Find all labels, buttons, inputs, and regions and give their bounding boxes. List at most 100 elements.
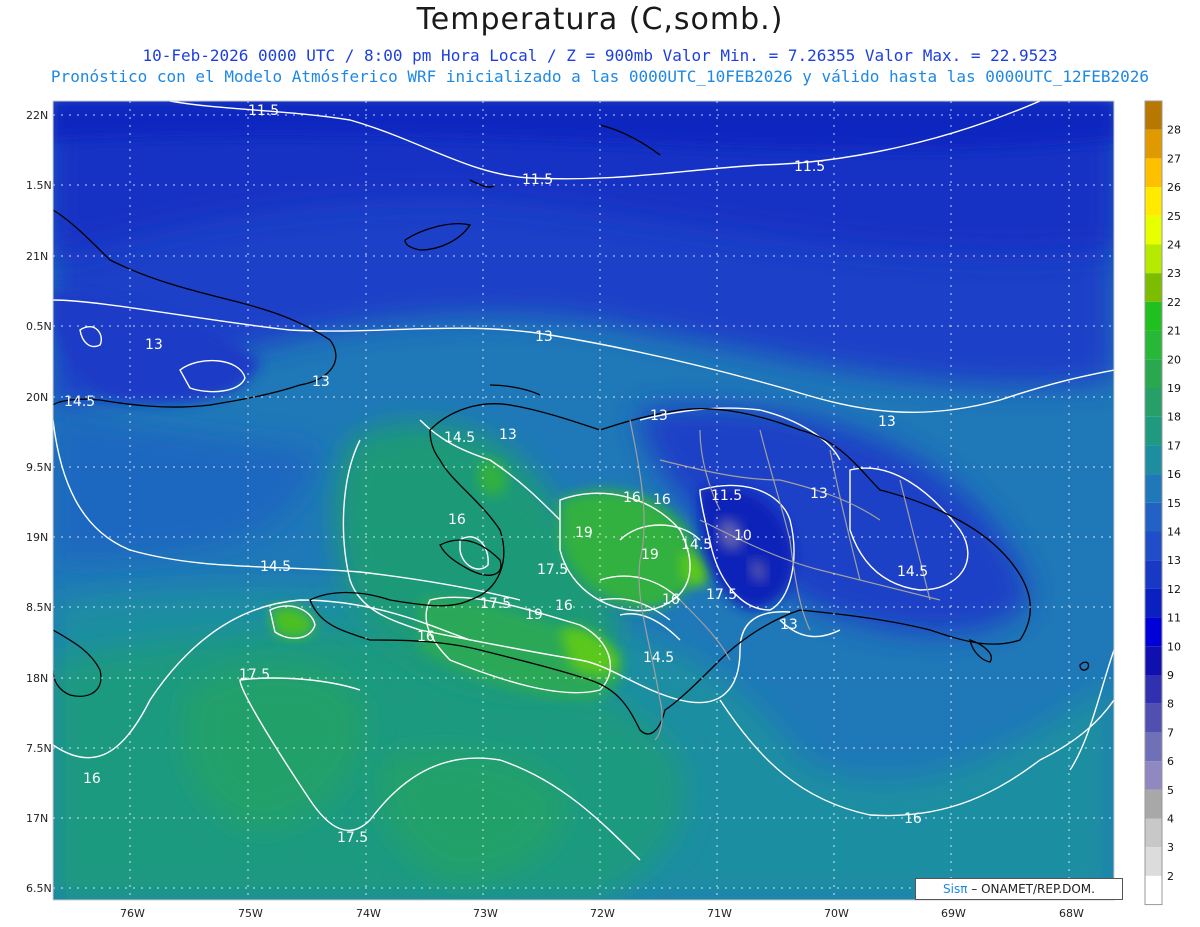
colorbar-label: 11 — [1167, 612, 1181, 625]
colorbar-swatch — [1145, 244, 1162, 274]
contour-label: 13 — [499, 427, 517, 443]
colorbar-label: 8 — [1167, 698, 1174, 711]
contour-label: 17.5 — [337, 830, 368, 846]
colorbar-label: 26 — [1167, 181, 1181, 194]
colorbar-swatch — [1145, 789, 1162, 819]
contour-label: 16 — [555, 598, 573, 614]
lon-label: 76W — [120, 907, 145, 920]
colorbar-label: 13 — [1167, 554, 1181, 567]
colorbar-label: 22 — [1167, 296, 1181, 309]
colorbar-label: 12 — [1167, 583, 1181, 596]
contour-label: 14.5 — [681, 537, 712, 553]
lat-label: 17N — [26, 812, 48, 825]
lon-label: 75W — [238, 907, 263, 920]
colorbar-swatch — [1145, 703, 1162, 733]
colorbar-label: 5 — [1167, 784, 1174, 797]
colorbar-swatch — [1145, 445, 1162, 475]
colorbar-swatch — [1145, 129, 1162, 159]
contour-label: 13 — [535, 329, 553, 345]
lat-label: 21N — [26, 250, 48, 263]
lat-label: 18N — [26, 672, 48, 685]
colorbar-label: 3 — [1167, 841, 1174, 854]
contour-label: 17.5 — [239, 667, 270, 683]
colorbar-swatch — [1145, 101, 1162, 130]
lat-label: 20N — [26, 391, 48, 404]
colorbar-swatch — [1145, 646, 1162, 675]
colorbar-label: 7 — [1167, 726, 1174, 739]
contour-label: 16 — [448, 512, 466, 528]
colorbar-swatch — [1145, 531, 1162, 561]
contour-label: 14.5 — [64, 394, 95, 410]
temperature-map: 22N 1.5N 21N 0.5N 20N 9.5N 19N 8.5N 18N … — [26, 100, 1181, 920]
colorbar-swatch — [1145, 818, 1162, 848]
colorbar-swatch — [1145, 158, 1162, 188]
colorbar-label: 6 — [1167, 755, 1174, 768]
colorbar-swatch — [1145, 215, 1162, 245]
colorbar-label: 18 — [1167, 411, 1181, 424]
lat-label: 1.5N — [26, 179, 52, 192]
lon-label: 71W — [707, 907, 732, 920]
lat-label: 6.5N — [26, 882, 52, 895]
contour-label: 13 — [650, 408, 668, 424]
contour-label: 17.5 — [706, 587, 737, 603]
colorbar-swatch — [1145, 330, 1162, 360]
colorbar-swatch — [1145, 187, 1162, 216]
colorbar-label: 17 — [1167, 439, 1181, 452]
contour-label: 16 — [662, 592, 680, 608]
colorbar-swatch — [1145, 617, 1162, 647]
colorbar-label: 20 — [1167, 353, 1181, 366]
colorbar-swatch — [1145, 588, 1162, 618]
colorbar-swatch — [1145, 847, 1162, 876]
contour-label: 11.5 — [522, 172, 553, 188]
contour-label: 16 — [417, 629, 435, 645]
colorbar-label: 14 — [1167, 526, 1181, 539]
contour-label: 19 — [641, 547, 659, 563]
colorbar-swatch — [1145, 560, 1162, 589]
colorbar-label: 23 — [1167, 267, 1181, 280]
colorbar-label: 15 — [1167, 497, 1181, 510]
colorbar-label: 9 — [1167, 669, 1174, 682]
colorbar-swatch — [1145, 675, 1162, 704]
credit-text: – ONAMET/REP.DOM. — [971, 882, 1095, 896]
contour-label: 19 — [575, 525, 593, 541]
colorbar-swatch — [1145, 416, 1162, 446]
contour-label: 13 — [780, 617, 798, 633]
contour-label: 17.5 — [537, 562, 568, 578]
lat-label: 9.5N — [26, 461, 52, 474]
credit-box: Sisπ – ONAMET/REP.DOM. — [915, 878, 1123, 900]
lon-label: 70W — [824, 907, 849, 920]
svg-text:13: 13 — [878, 414, 896, 430]
contour-label: 14.5 — [260, 559, 291, 575]
colorbar-label: 4 — [1167, 813, 1174, 826]
lat-label: 0.5N — [26, 320, 52, 333]
contour-label: 16 — [653, 492, 671, 508]
contour-label: 11.5 — [711, 488, 742, 504]
contour-label: 14.5 — [643, 650, 674, 666]
colorbar-label: 16 — [1167, 468, 1181, 481]
colorbar-label: 28 — [1167, 124, 1181, 137]
colorbar-swatch — [1145, 502, 1162, 532]
lat-label: 8.5N — [26, 601, 52, 614]
contour-label: 16 — [83, 771, 101, 787]
contour-label: 11.5 — [794, 159, 825, 175]
colorbar-swatch — [1145, 388, 1162, 417]
lat-label: 22N — [26, 109, 48, 122]
brand-logo-text: Sisπ — [943, 882, 968, 896]
colorbar-swatch — [1145, 761, 1162, 790]
latitude-axis: 22N 1.5N 21N 0.5N 20N 9.5N 19N 8.5N 18N … — [26, 109, 52, 895]
longitude-axis: 76W 75W 74W 73W 72W 71W 70W 69W 68W — [120, 907, 1084, 920]
contour-label: 16 — [623, 490, 641, 506]
contour-label: 13 — [312, 374, 330, 390]
colorbar-label: 2 — [1167, 870, 1174, 883]
colorbar-swatch — [1145, 474, 1162, 503]
lon-label: 68W — [1059, 907, 1084, 920]
colorbar-label: 10 — [1167, 640, 1181, 653]
colorbar-swatch — [1145, 301, 1162, 331]
contour-label: 16 — [904, 811, 922, 827]
contour-label: 11.5 — [248, 103, 279, 119]
colorbar-label: 27 — [1167, 152, 1181, 165]
contour-label: 10 — [734, 528, 752, 544]
contour-label: 13 — [810, 486, 828, 502]
lon-label: 69W — [941, 907, 966, 920]
colorbar-swatch — [1145, 875, 1162, 905]
